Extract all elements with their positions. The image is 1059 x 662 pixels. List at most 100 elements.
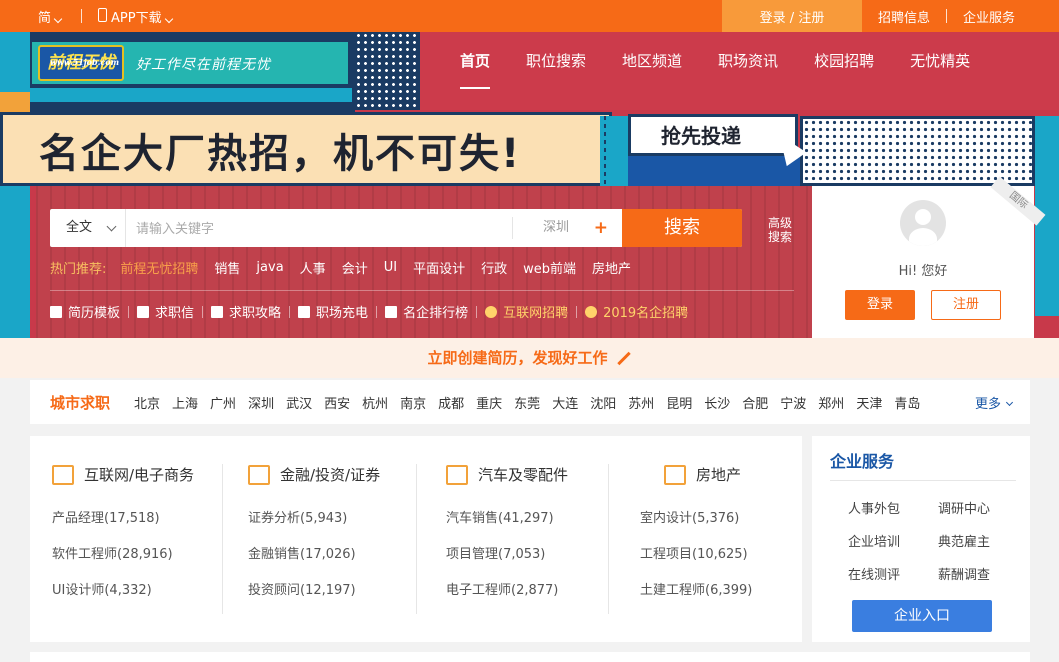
hot-item[interactable]: UI (384, 260, 397, 275)
category-header[interactable]: 金融/投资/证券 (248, 464, 440, 485)
search-input[interactable] (136, 209, 512, 247)
register-button[interactable]: 注册 (931, 290, 1001, 320)
nav-region[interactable]: 地区频道 (622, 32, 682, 92)
advanced-search-link[interactable]: 高级搜索 (766, 216, 794, 244)
logo-slogan: 好工作尽在前程无忧 (136, 57, 271, 73)
category-header[interactable]: 房地产 (640, 464, 832, 485)
job-link[interactable]: 产品经理(17,518) (52, 509, 244, 545)
city-link[interactable]: 广州 (210, 393, 236, 412)
logo-url: www.51job.com (50, 57, 120, 67)
city-link[interactable]: 杭州 (362, 393, 388, 412)
more-label: 更多 (974, 396, 1001, 412)
city-select[interactable]: 深圳 + (512, 217, 622, 239)
enterprise-link[interactable]: 调研中心 (938, 498, 1008, 517)
city-link[interactable]: 宁波 (780, 393, 806, 412)
job-link[interactable]: 金融销售(17,026) (248, 545, 440, 581)
hot-item[interactable]: java (256, 260, 283, 275)
job-link[interactable]: 投资顾问(12,197) (248, 581, 440, 617)
divider (128, 305, 130, 318)
city-link[interactable]: 西安 (324, 393, 350, 412)
city-link[interactable]: 上海 (172, 393, 198, 412)
city-link[interactable]: 武汉 (286, 393, 312, 412)
banner-dots (800, 116, 1035, 186)
site-logo[interactable]: www.51job.com 前程无忧 好工作尽在前程无忧 (30, 40, 350, 86)
divider (50, 290, 794, 291)
city-link[interactable]: 东莞 (514, 393, 540, 412)
company-ranking-link[interactable]: 名企排行榜 (385, 302, 468, 321)
enterprise-link[interactable]: 人事外包 (848, 498, 938, 517)
city-link[interactable]: 苏州 (628, 393, 654, 412)
create-resume-banner[interactable]: 立即创建简历，发现好工作 (0, 338, 1059, 378)
resume-template-link[interactable]: 简历模板 (50, 302, 120, 321)
nav-elite[interactable]: 无忧精英 (910, 32, 970, 92)
hot-item[interactable]: 会计 (342, 258, 368, 277)
recruit-info-link[interactable]: 招聘信息 (862, 7, 946, 26)
hot-item[interactable]: 房地产 (592, 258, 631, 277)
city-link[interactable]: 北京 (134, 393, 160, 412)
city-link[interactable]: 沈阳 (590, 393, 616, 412)
job-link[interactable]: 项目管理(7,053) (446, 545, 638, 581)
nav-campus[interactable]: 校园招聘 (814, 32, 874, 92)
city-link[interactable]: 重庆 (476, 393, 502, 412)
login-button[interactable]: 登录 (845, 290, 915, 320)
job-guide-link[interactable]: 求职攻略 (211, 302, 281, 321)
login-register-link[interactable]: 登录 / 注册 (722, 0, 862, 32)
nav-job-search[interactable]: 职位搜索 (526, 32, 586, 92)
city-link[interactable]: 大连 (552, 393, 578, 412)
category-title: 房地产 (696, 466, 742, 484)
banner-cta[interactable]: 抢先投递 (628, 114, 798, 156)
city-link[interactable]: 南京 (400, 393, 426, 412)
hot-item[interactable]: 平面设计 (413, 258, 465, 277)
enterprise-link[interactable]: 典范雇主 (938, 531, 1008, 550)
main-nav: 首页 职位搜索 地区频道 职场资讯 校园招聘 无忧精英 (460, 32, 1006, 92)
search-scope-select[interactable]: 全文 (50, 209, 126, 247)
banner-headline-box[interactable]: 名企大厂热招，机不可失! (0, 112, 612, 186)
job-link[interactable]: 室内设计(5,376) (640, 509, 832, 545)
enterprise-link[interactable]: 企业培训 (848, 531, 938, 550)
internet-jobs-link[interactable]: 互联网招聘 (485, 302, 568, 321)
city-link[interactable]: 青岛 (894, 393, 920, 412)
city-link[interactable]: 深圳 (248, 393, 274, 412)
category-title: 互联网/电子商务 (84, 466, 195, 484)
enterprise-link[interactable]: 在线测评 (848, 564, 938, 583)
city-link[interactable]: 郑州 (818, 393, 844, 412)
enterprise-service-link[interactable]: 企业服务 (947, 7, 1031, 26)
top-companies-2019-link[interactable]: 2019名企招聘 (585, 302, 688, 321)
hot-recommend-label: 热门推荐: (50, 262, 107, 277)
job-link[interactable]: 证券分析(5,943) (248, 509, 440, 545)
category-header[interactable]: 互联网/电子商务 (52, 464, 244, 485)
more-cities-button[interactable]: 更多 (974, 393, 1014, 412)
app-download-link[interactable]: APP下载 (98, 7, 176, 26)
language-switch[interactable]: 简 (38, 7, 65, 26)
job-link[interactable]: 汽车销售(41,297) (446, 509, 638, 545)
hot-item[interactable]: 前程无忧招聘 (120, 258, 198, 277)
job-link[interactable]: UI设计师(4,332) (52, 581, 244, 617)
enterprise-link[interactable]: 薪酬调查 (938, 564, 1008, 583)
job-link[interactable]: 工程项目(10,625) (640, 545, 832, 581)
enterprise-entry-button[interactable]: 企业入口 (852, 600, 992, 632)
category-title: 金融/投资/证券 (280, 466, 381, 484)
divider (202, 305, 204, 318)
city-link[interactable]: 昆明 (666, 393, 692, 412)
divider (81, 9, 83, 23)
city-link[interactable]: 长沙 (704, 393, 730, 412)
nav-career-news[interactable]: 职场资讯 (718, 32, 778, 92)
hot-item[interactable]: 行政 (481, 258, 507, 277)
nav-home[interactable]: 首页 (460, 32, 491, 92)
career-learning-link[interactable]: 职场充电 (298, 302, 368, 321)
plus-icon: + (593, 218, 608, 238)
city-link[interactable]: 天津 (856, 393, 882, 412)
job-link[interactable]: 土建工程师(6,399) (640, 581, 832, 617)
job-link[interactable]: 软件工程师(28,916) (52, 545, 244, 581)
cover-letter-link[interactable]: 求职信 (137, 302, 194, 321)
hot-item[interactable]: 销售 (214, 258, 240, 277)
hot-item[interactable]: web前端 (523, 258, 576, 277)
enterprise-links: 人事外包 调研中心 企业培训 典范雇主 在线测评 薪酬调查 (848, 498, 1008, 583)
hot-item[interactable]: 人事 (300, 258, 326, 277)
city-link[interactable]: 成都 (438, 393, 464, 412)
job-link[interactable]: 电子工程师(2,877) (446, 581, 638, 617)
search-button[interactable]: 搜索 (622, 209, 742, 247)
city-link[interactable]: 合肥 (742, 393, 768, 412)
greeting: Hi! 您好 (898, 264, 948, 279)
category-header[interactable]: 汽车及零配件 (446, 464, 638, 485)
